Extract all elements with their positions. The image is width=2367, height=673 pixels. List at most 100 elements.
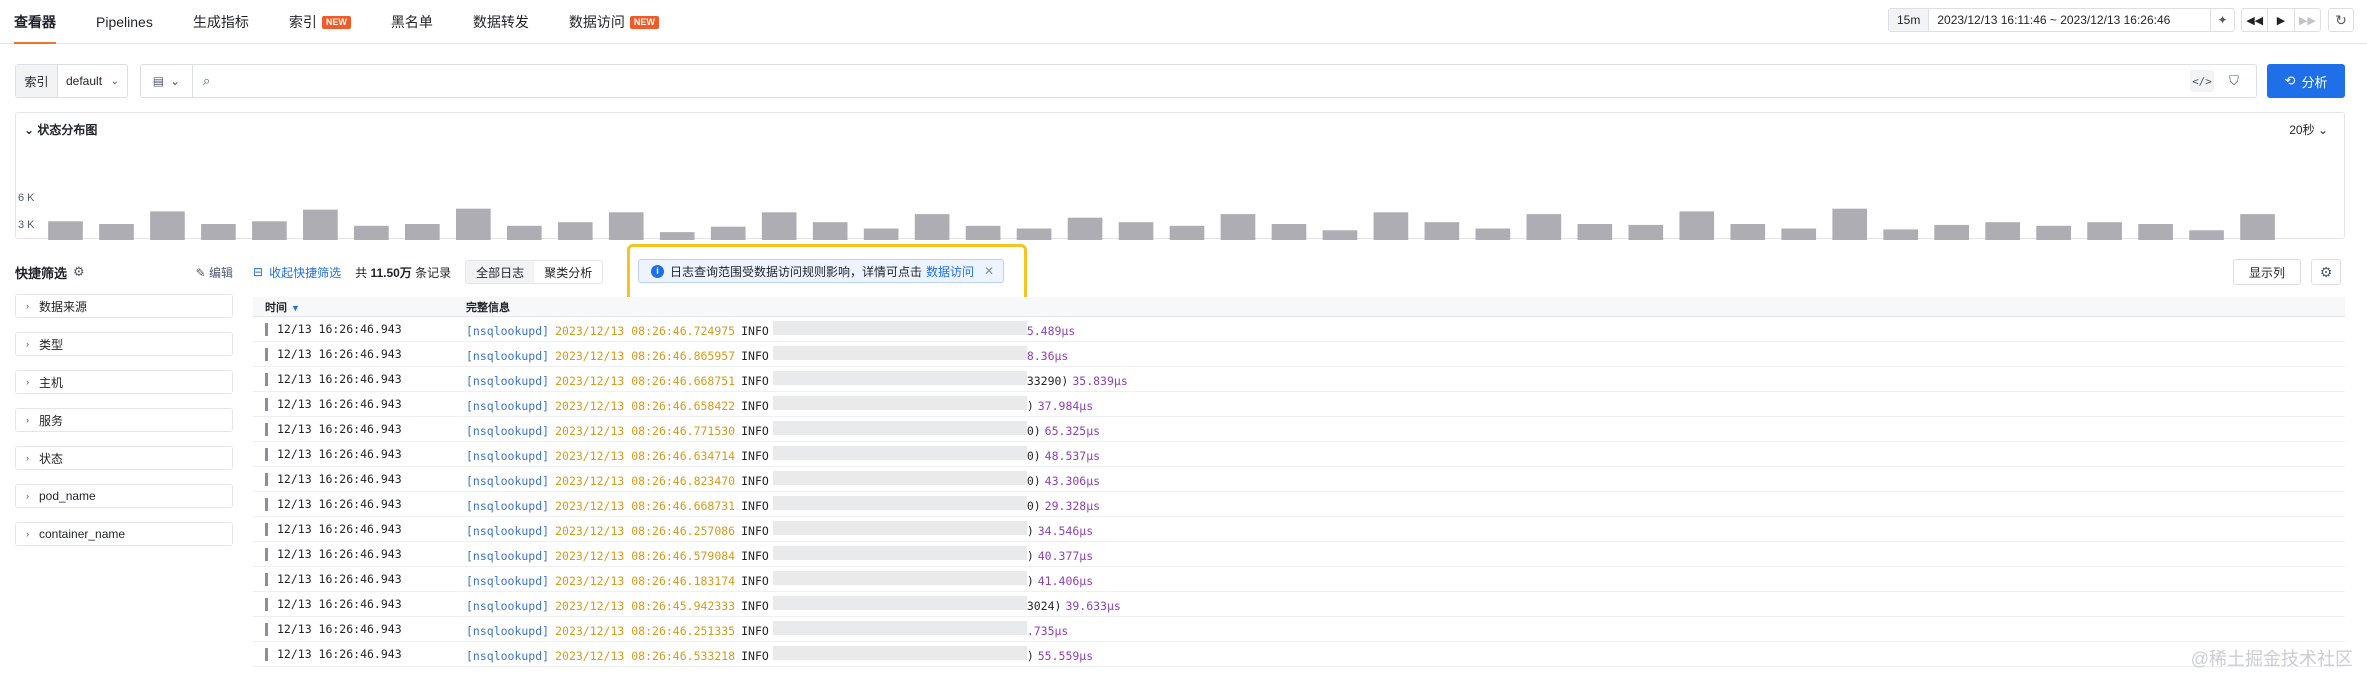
tab-2[interactable]: 生成指标 [193, 0, 249, 44]
rewind-icon[interactable]: ◀◀ [2242, 9, 2269, 31]
histogram-bar[interactable] [99, 224, 134, 240]
histogram-bar[interactable] [557, 222, 593, 240]
table-row[interactable]: 12/13 16:26:46.943 [nsqlookupd] 2023/12/13… [253, 492, 2345, 517]
time-range-picker[interactable]: 15m 2023/12/13 16:11:46 ~ 2023/12/13 16:… [1888, 8, 2235, 32]
histogram-bar[interactable] [1883, 229, 1919, 240]
table-row[interactable]: 12/13 16:26:46.943 [nsqlookupd] 2023/12/13… [253, 417, 2345, 442]
histogram-bar[interactable] [2087, 222, 2122, 240]
histogram-bar[interactable] [1373, 212, 1409, 240]
histogram-bar[interactable] [863, 228, 899, 241]
histogram-bar[interactable] [252, 221, 287, 240]
histogram-bar[interactable] [1169, 225, 1205, 240]
tab-0[interactable]: 查看器 [14, 0, 56, 44]
filter-item[interactable]: › 数据来源 [15, 294, 233, 318]
histogram-bar[interactable] [1628, 224, 1664, 240]
histogram-bar[interactable] [354, 225, 389, 240]
time-range-text[interactable]: 2023/12/13 16:11:46 ~ 2023/12/13 16:26:4… [1929, 13, 2210, 27]
histogram-bar[interactable] [303, 209, 338, 240]
histogram-bar[interactable] [1271, 224, 1307, 240]
fast-forward-icon[interactable]: ▶▶ [2295, 9, 2320, 31]
column-time[interactable]: 时间 ▼ [253, 299, 466, 315]
table-row[interactable]: 12/13 16:26:46.943 [nsqlookupd] 2023/12/13… [253, 617, 2345, 642]
histogram-bar[interactable] [1832, 208, 1868, 240]
table-row[interactable]: 12/13 16:26:46.943 [nsqlookupd] 2023/12/13… [253, 342, 2345, 367]
histogram-bar[interactable] [405, 224, 440, 240]
histogram-bar[interactable] [1424, 222, 1460, 240]
histogram-bar[interactable] [506, 225, 542, 240]
index-select[interactable]: 索引 default ⌄ [15, 64, 128, 98]
table-row[interactable]: 12/13 16:26:46.943 [nsqlookupd] 2023/12/13… [253, 642, 2345, 667]
analyze-button[interactable]: ⟲ 分析 [2267, 64, 2345, 98]
histogram-bar[interactable] [1475, 228, 1511, 241]
histogram-bar[interactable] [1526, 214, 1562, 240]
histogram-bar[interactable] [608, 212, 644, 240]
histogram-bar[interactable] [1220, 214, 1256, 240]
table-row[interactable]: 12/13 16:26:46.943 [nsqlookupd] 2023/12/13… [253, 392, 2345, 417]
histogram-bar[interactable] [1067, 217, 1103, 240]
index-value[interactable]: default [58, 74, 111, 88]
histogram-bar[interactable] [201, 224, 236, 240]
table-row[interactable]: 12/13 16:26:46.943 [nsqlookupd] 2023/12/13… [253, 467, 2345, 492]
tab-all-logs[interactable]: 全部日志 [466, 261, 535, 283]
histogram-bar[interactable] [455, 208, 491, 240]
tab-4[interactable]: 黑名单 [391, 0, 433, 44]
tab-1[interactable]: Pipelines [96, 0, 153, 44]
close-icon[interactable]: ✕ [984, 264, 994, 278]
table-row[interactable]: 12/13 16:26:46.943 [nsqlookupd] 2023/12/13… [253, 317, 2345, 342]
histogram-bar[interactable] [914, 214, 950, 240]
histogram-bar[interactable] [150, 211, 185, 240]
filter-item[interactable]: › 类型 [15, 332, 233, 356]
column-message[interactable]: 完整信息 [466, 299, 510, 315]
histogram-bar[interactable] [2138, 224, 2173, 240]
code-icon[interactable]: </> [2190, 70, 2214, 92]
histogram-bar[interactable] [1577, 224, 1613, 240]
filter-item[interactable]: › 服务 [15, 408, 233, 432]
histogram-bar[interactable] [48, 221, 83, 240]
histogram-bar[interactable] [1016, 228, 1052, 241]
histogram-bar[interactable] [1118, 222, 1154, 240]
histogram-bar[interactable] [710, 226, 746, 240]
histogram-bar[interactable] [965, 225, 1001, 240]
filter-item[interactable]: › 主机 [15, 370, 233, 394]
refresh-icon[interactable]: ↻ [2328, 8, 2354, 32]
histogram-bar[interactable] [2240, 214, 2275, 240]
tab-cluster-analysis[interactable]: 聚类分析 [534, 261, 602, 283]
tab-6[interactable]: 数据访问 NEW [569, 0, 659, 44]
sort-icon[interactable]: ▼ [291, 303, 300, 313]
filter-item[interactable]: › pod_name [15, 484, 233, 508]
pin-icon[interactable]: ✦ [2210, 9, 2234, 31]
settings-gear-icon[interactable]: ⚙ [2311, 259, 2341, 285]
table-row[interactable]: 12/13 16:26:46.943 [nsqlookupd] 2023/12/13… [253, 517, 2345, 542]
histogram-bar[interactable] [761, 212, 797, 240]
histogram-bar[interactable] [1934, 224, 1969, 240]
collapse-filter-button[interactable]: ⊟ 收起快捷筛选 [253, 264, 341, 281]
table-row[interactable]: 12/13 16:26:46.943 [nsqlookupd] 2023/12/13… [253, 567, 2345, 592]
histogram-bar[interactable] [1730, 224, 1766, 240]
histogram-bar[interactable] [1781, 228, 1817, 241]
histogram-bar[interactable] [1322, 230, 1358, 240]
query-mode-select[interactable]: ▤ ⌄ [141, 65, 193, 97]
data-access-link[interactable]: 数据访问 [926, 263, 974, 280]
query-box[interactable]: ▤ ⌄ ⌕ </> ⛉ [140, 64, 2257, 98]
show-columns-button[interactable]: 显示列 [2233, 259, 2301, 285]
filter-icon[interactable]: ⛉ [2222, 70, 2246, 92]
filter-item[interactable]: › container_name [15, 522, 233, 546]
histogram-bar[interactable] [2036, 225, 2071, 240]
table-row[interactable]: 12/13 16:26:46.943 [nsqlookupd] 2023/12/13… [253, 592, 2345, 617]
chevron-down-icon[interactable]: ⌄ [111, 76, 127, 87]
histogram-bar[interactable] [2189, 230, 2224, 240]
histogram-bar[interactable] [1985, 222, 2020, 240]
filter-item[interactable]: › 状态 [15, 446, 233, 470]
table-row[interactable]: 12/13 16:26:46.943 [nsqlookupd] 2023/12/13… [253, 367, 2345, 392]
play-icon[interactable]: ▶ [2268, 9, 2295, 31]
tab-5[interactable]: 数据转发 [473, 0, 529, 44]
table-row[interactable]: 12/13 16:26:46.943 [nsqlookupd] 2023/12/13… [253, 542, 2345, 567]
table-row[interactable]: 12/13 16:26:46.943 [nsqlookupd] 2023/12/13… [253, 442, 2345, 467]
histogram-bar[interactable] [812, 222, 848, 240]
histogram-bar[interactable] [1679, 211, 1715, 240]
histogram-bar[interactable] [659, 232, 695, 240]
edit-button[interactable]: ✎ 编辑 [196, 264, 233, 281]
search-input[interactable] [218, 66, 2256, 96]
gear-icon[interactable]: ⚙ [73, 264, 85, 280]
tab-3[interactable]: 索引 NEW [289, 0, 351, 44]
